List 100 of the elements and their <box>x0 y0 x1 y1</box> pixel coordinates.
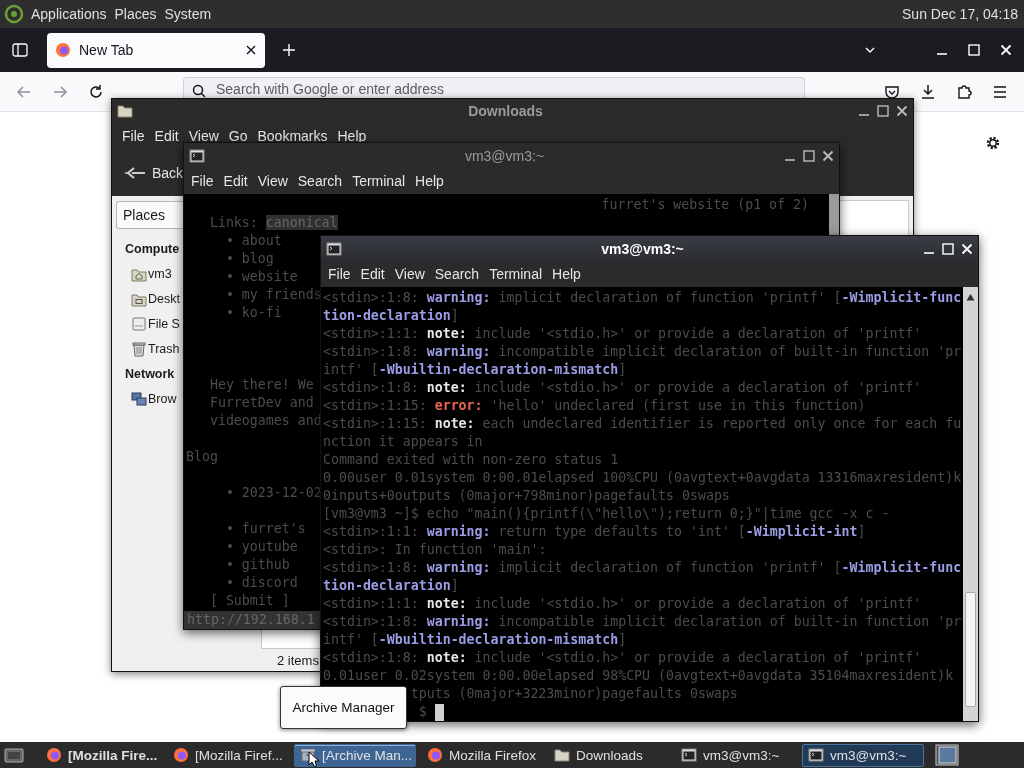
scroll-up-arrow-icon[interactable] <box>966 293 975 301</box>
reload-icon[interactable] <box>88 83 104 100</box>
tab-title: New Tab <box>79 42 135 58</box>
settings-icon[interactable] <box>985 135 1001 151</box>
taskbar-item[interactable]: [Mozilla Firef... <box>167 743 289 767</box>
network-computers-icon <box>131 390 147 407</box>
menu-item[interactable]: Help <box>332 128 372 144</box>
menu-item[interactable]: Terminal <box>484 266 548 282</box>
trash-icon <box>131 340 147 357</box>
puzzle-piece-icon[interactable] <box>956 83 972 100</box>
terminal-line: Command exited with non-zero status 1 <box>323 451 619 469</box>
close-icon[interactable] <box>245 44 257 56</box>
panel-menu[interactable]: Applications <box>27 2 111 26</box>
scrollbar-thumb[interactable] <box>965 592 976 707</box>
taskbar-item[interactable]: vm3@vm3:~ <box>675 743 797 767</box>
terminal-line: • blog <box>224 250 274 268</box>
terminal-line: 0.01user 0.02system 0:00.00elapsed 98%CPU (0avgtext+0avgdata 35104maxresident)k <box>323 667 954 685</box>
firefox-icon <box>55 42 71 58</box>
places-dropdown[interactable]: Places <box>116 201 183 229</box>
back-arrow-icon <box>124 164 146 181</box>
panel-menu[interactable]: System <box>160 2 216 26</box>
menu-item[interactable]: Terminal <box>347 173 411 189</box>
terminal-line: <stdin>:1:8: warning: implicit declaration of function 'printf' [-Wimplicit-func <box>323 289 962 307</box>
terminal-line: furret's website (p1 of 2) <box>601 196 809 214</box>
terminal-line: <stdin>:1:8: warning: incompatible implicit declaration of built-in function 'pr <box>323 343 962 361</box>
menu-item[interactable]: Help <box>547 266 586 282</box>
menu-item[interactable]: File <box>323 266 356 282</box>
close-icon[interactable] <box>822 149 834 162</box>
menu-item[interactable]: Edit <box>218 173 253 189</box>
terminal-line: • website <box>224 268 298 286</box>
workspace-switcher-icon[interactable] <box>935 744 959 766</box>
maximize-icon[interactable] <box>877 105 889 117</box>
terminal-line: $ <box>418 703 427 721</box>
terminal-icon <box>189 147 205 164</box>
scrollbar[interactable] <box>829 194 839 235</box>
terminal-line: <stdin>: In function 'main': <box>323 541 547 559</box>
menu-item[interactable]: View <box>183 128 224 144</box>
taskbar-item[interactable]: Downloads <box>548 743 670 767</box>
menu-item[interactable]: View <box>389 266 430 282</box>
window-title: Downloads <box>467 103 543 119</box>
sidebar-toggle-icon[interactable] <box>12 42 28 58</box>
window-title: vm3@vm3:~ <box>463 147 545 164</box>
maximize-icon[interactable] <box>803 149 815 162</box>
taskbar-item[interactable]: vm3@vm3:~ <box>802 743 924 767</box>
sidebar-heading: Network <box>125 365 175 383</box>
close-icon[interactable] <box>896 105 908 117</box>
terminal-line: 0.00user 0.01system 0:00.01elapsed 100%CPU (0avgtext+0avgdata 13316maxresident)k <box>323 469 962 487</box>
sidebar-item[interactable]: Brow <box>148 391 177 406</box>
menu-item[interactable]: Help <box>410 173 449 189</box>
tooltip-text: Archive Manager <box>292 700 395 715</box>
terminal-line: videogames and <box>208 412 322 430</box>
terminal-line: [ Submit ] <box>208 592 290 610</box>
terminal-line: <stdin>:1:15: note: each undeclared identifier is reported only once for each fu <box>323 415 962 433</box>
sidebar-heading: Compute <box>125 240 180 258</box>
menu-item[interactable]: Search <box>292 173 348 189</box>
window-title: vm3@vm3:~ <box>600 240 684 257</box>
new-tab-icon[interactable] <box>282 43 296 57</box>
terminal-line: intf' [-Wbuiltin-declaration-mismatch] <box>323 361 627 379</box>
sidebar-item[interactable]: File S <box>148 316 180 331</box>
forward-arrow-icon[interactable] <box>52 83 68 100</box>
menu-icon[interactable] <box>992 83 1008 100</box>
terminal-icon <box>326 240 342 257</box>
menu-item[interactable]: File <box>186 173 219 189</box>
back-arrow-icon[interactable] <box>16 83 32 100</box>
terminal-line: <stdin>:1:1: warning: return type defaults to 'int' [-Wimplicit-int] <box>323 523 866 541</box>
menu-item[interactable]: Edit <box>355 266 390 282</box>
terminal-line: FurretDev and <box>208 394 314 412</box>
terminal-line: <stdin>:1:1: note: include '<stdio.h>' or provide a declaration of 'printf' <box>323 325 922 343</box>
taskbar-item[interactable]: Mozilla Firefox <box>421 743 543 767</box>
menu-item[interactable]: Edit <box>149 128 184 144</box>
taskbar-item[interactable]: [Archive Man... <box>294 743 416 767</box>
scrollbar[interactable] <box>963 287 978 721</box>
menu-item[interactable]: Go <box>223 128 253 144</box>
back-button[interactable]: Back <box>120 160 188 185</box>
menu-item[interactable]: Search <box>429 266 485 282</box>
menu-item[interactable]: Bookmarks <box>252 128 333 144</box>
system-logo-icon[interactable] <box>4 4 24 24</box>
terminal-line: nction it appears in <box>323 433 483 451</box>
browser-tab[interactable]: New Tab <box>47 32 265 68</box>
sidebar-item[interactable]: Deskt <box>148 291 180 306</box>
drive-icon <box>131 315 147 332</box>
terminal-line: • about <box>224 232 282 250</box>
terminal-line: 0inputs+0outputs (0major+798minor)pagefaults 0swaps <box>323 487 730 505</box>
menu-item[interactable]: View <box>252 173 293 189</box>
pocket-icon[interactable] <box>884 83 900 100</box>
folder-icon <box>117 103 133 119</box>
address-field[interactable]: Search with Google or enter address <box>183 77 805 98</box>
sidebar-item[interactable]: Trash <box>148 341 180 356</box>
menu-item[interactable]: File <box>117 128 150 144</box>
terminal-line: Hey there! We <box>208 376 314 394</box>
panel-menu[interactable]: Places <box>110 2 161 26</box>
terminal-line: • ko-fi <box>224 304 282 322</box>
terminal-line: • github <box>224 556 290 574</box>
taskbar-item[interactable]: [Mozilla Fire... <box>40 743 162 767</box>
terminal-line: Blog <box>186 448 218 466</box>
show-desktop-icon[interactable] <box>4 746 24 764</box>
sidebar-item[interactable]: vm3 <box>148 266 172 281</box>
terminal-line: <stdin>:1:8: note: include '<stdio.h>' or provide a declaration of 'printf' <box>323 649 922 667</box>
download-icon[interactable] <box>920 83 936 100</box>
mouse-pointer-icon <box>308 751 319 767</box>
